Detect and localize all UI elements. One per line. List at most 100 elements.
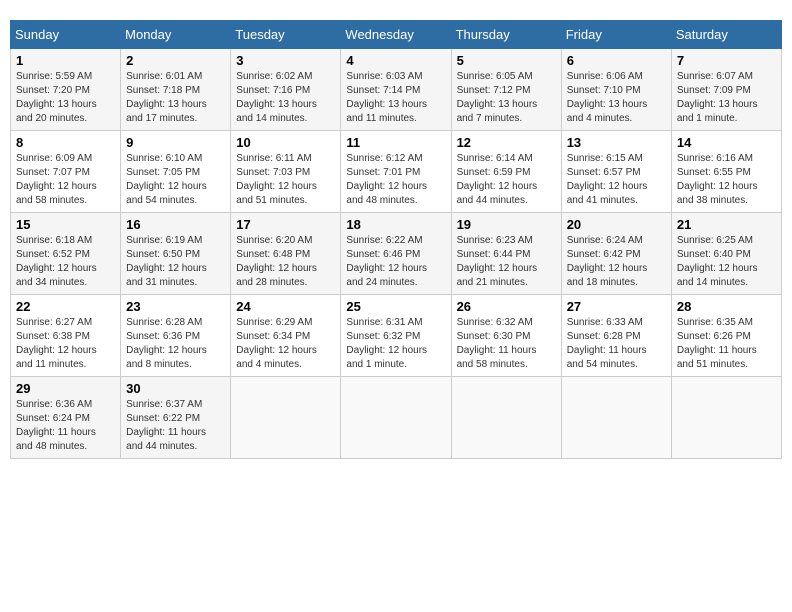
weekday-header-wednesday: Wednesday xyxy=(341,21,451,49)
day-number: 15 xyxy=(16,217,115,232)
day-info: Sunrise: 5:59 AM Sunset: 7:20 PM Dayligh… xyxy=(16,70,115,126)
weekday-header-sunday: Sunday xyxy=(11,21,121,49)
calendar-cell: 9 Sunrise: 6:10 AM Sunset: 7:05 PM Dayli… xyxy=(121,131,231,213)
day-number: 11 xyxy=(346,135,445,150)
day-info: Sunrise: 6:16 AM Sunset: 6:55 PM Dayligh… xyxy=(677,152,776,208)
bird-icon xyxy=(18,0,40,4)
day-number: 25 xyxy=(346,299,445,314)
day-number: 7 xyxy=(677,53,776,68)
calendar-cell: 14 Sunrise: 6:16 AM Sunset: 6:55 PM Dayl… xyxy=(671,131,781,213)
day-number: 16 xyxy=(126,217,225,232)
day-info: Sunrise: 6:02 AM Sunset: 7:16 PM Dayligh… xyxy=(236,70,335,126)
day-number: 10 xyxy=(236,135,335,150)
day-number: 27 xyxy=(567,299,666,314)
day-number: 13 xyxy=(567,135,666,150)
day-number: 18 xyxy=(346,217,445,232)
day-info: Sunrise: 6:24 AM Sunset: 6:42 PM Dayligh… xyxy=(567,234,666,290)
day-number: 1 xyxy=(16,53,115,68)
day-number: 29 xyxy=(16,381,115,396)
day-number: 19 xyxy=(457,217,556,232)
day-info: Sunrise: 6:18 AM Sunset: 6:52 PM Dayligh… xyxy=(16,234,115,290)
day-number: 14 xyxy=(677,135,776,150)
calendar-cell xyxy=(451,377,561,459)
day-info: Sunrise: 6:01 AM Sunset: 7:18 PM Dayligh… xyxy=(126,70,225,126)
calendar-cell: 21 Sunrise: 6:25 AM Sunset: 6:40 PM Dayl… xyxy=(671,213,781,295)
day-info: Sunrise: 6:23 AM Sunset: 6:44 PM Dayligh… xyxy=(457,234,556,290)
calendar-cell: 12 Sunrise: 6:14 AM Sunset: 6:59 PM Dayl… xyxy=(451,131,561,213)
day-number: 22 xyxy=(16,299,115,314)
weekday-header-saturday: Saturday xyxy=(671,21,781,49)
day-info: Sunrise: 6:33 AM Sunset: 6:28 PM Dayligh… xyxy=(567,316,666,372)
weekday-header-friday: Friday xyxy=(561,21,671,49)
day-info: Sunrise: 6:06 AM Sunset: 7:10 PM Dayligh… xyxy=(567,70,666,126)
day-number: 17 xyxy=(236,217,335,232)
day-number: 3 xyxy=(236,53,335,68)
calendar-cell: 22 Sunrise: 6:27 AM Sunset: 6:38 PM Dayl… xyxy=(11,295,121,377)
day-info: Sunrise: 6:09 AM Sunset: 7:07 PM Dayligh… xyxy=(16,152,115,208)
day-info: Sunrise: 6:12 AM Sunset: 7:01 PM Dayligh… xyxy=(346,152,445,208)
day-number: 12 xyxy=(457,135,556,150)
day-number: 28 xyxy=(677,299,776,314)
calendar-cell: 18 Sunrise: 6:22 AM Sunset: 6:46 PM Dayl… xyxy=(341,213,451,295)
calendar-cell: 5 Sunrise: 6:05 AM Sunset: 7:12 PM Dayli… xyxy=(451,49,561,131)
calendar-cell: 28 Sunrise: 6:35 AM Sunset: 6:26 PM Dayl… xyxy=(671,295,781,377)
day-info: Sunrise: 6:07 AM Sunset: 7:09 PM Dayligh… xyxy=(677,70,776,126)
day-info: Sunrise: 6:28 AM Sunset: 6:36 PM Dayligh… xyxy=(126,316,225,372)
calendar-cell: 1 Sunrise: 5:59 AM Sunset: 7:20 PM Dayli… xyxy=(11,49,121,131)
day-number: 6 xyxy=(567,53,666,68)
calendar-cell: 24 Sunrise: 6:29 AM Sunset: 6:34 PM Dayl… xyxy=(231,295,341,377)
calendar-table: SundayMondayTuesdayWednesdayThursdayFrid… xyxy=(10,20,782,459)
calendar-cell: 25 Sunrise: 6:31 AM Sunset: 6:32 PM Dayl… xyxy=(341,295,451,377)
day-info: Sunrise: 6:15 AM Sunset: 6:57 PM Dayligh… xyxy=(567,152,666,208)
day-info: Sunrise: 6:14 AM Sunset: 6:59 PM Dayligh… xyxy=(457,152,556,208)
day-info: Sunrise: 6:05 AM Sunset: 7:12 PM Dayligh… xyxy=(457,70,556,126)
calendar-cell: 2 Sunrise: 6:01 AM Sunset: 7:18 PM Dayli… xyxy=(121,49,231,131)
calendar-cell xyxy=(341,377,451,459)
calendar-week-1: 1 Sunrise: 5:59 AM Sunset: 7:20 PM Dayli… xyxy=(11,49,782,131)
calendar-cell: 7 Sunrise: 6:07 AM Sunset: 7:09 PM Dayli… xyxy=(671,49,781,131)
day-info: Sunrise: 6:35 AM Sunset: 6:26 PM Dayligh… xyxy=(677,316,776,372)
calendar-cell xyxy=(561,377,671,459)
day-info: Sunrise: 6:37 AM Sunset: 6:22 PM Dayligh… xyxy=(126,398,225,454)
calendar-cell: 20 Sunrise: 6:24 AM Sunset: 6:42 PM Dayl… xyxy=(561,213,671,295)
calendar-week-2: 8 Sunrise: 6:09 AM Sunset: 7:07 PM Dayli… xyxy=(11,131,782,213)
day-number: 23 xyxy=(126,299,225,314)
calendar-week-4: 22 Sunrise: 6:27 AM Sunset: 6:38 PM Dayl… xyxy=(11,295,782,377)
day-info: Sunrise: 6:27 AM Sunset: 6:38 PM Dayligh… xyxy=(16,316,115,372)
calendar-cell: 23 Sunrise: 6:28 AM Sunset: 6:36 PM Dayl… xyxy=(121,295,231,377)
calendar-header-row: SundayMondayTuesdayWednesdayThursdayFrid… xyxy=(11,21,782,49)
day-info: Sunrise: 6:22 AM Sunset: 6:46 PM Dayligh… xyxy=(346,234,445,290)
calendar-cell: 11 Sunrise: 6:12 AM Sunset: 7:01 PM Dayl… xyxy=(341,131,451,213)
weekday-header-monday: Monday xyxy=(121,21,231,49)
page-header xyxy=(10,10,782,12)
day-number: 2 xyxy=(126,53,225,68)
day-info: Sunrise: 6:25 AM Sunset: 6:40 PM Dayligh… xyxy=(677,234,776,290)
calendar-cell xyxy=(231,377,341,459)
day-number: 4 xyxy=(346,53,445,68)
day-number: 26 xyxy=(457,299,556,314)
calendar-cell: 16 Sunrise: 6:19 AM Sunset: 6:50 PM Dayl… xyxy=(121,213,231,295)
calendar-cell: 15 Sunrise: 6:18 AM Sunset: 6:52 PM Dayl… xyxy=(11,213,121,295)
day-info: Sunrise: 6:19 AM Sunset: 6:50 PM Dayligh… xyxy=(126,234,225,290)
calendar-cell: 30 Sunrise: 6:37 AM Sunset: 6:22 PM Dayl… xyxy=(121,377,231,459)
calendar-cell: 19 Sunrise: 6:23 AM Sunset: 6:44 PM Dayl… xyxy=(451,213,561,295)
calendar-cell: 10 Sunrise: 6:11 AM Sunset: 7:03 PM Dayl… xyxy=(231,131,341,213)
calendar-cell: 29 Sunrise: 6:36 AM Sunset: 6:24 PM Dayl… xyxy=(11,377,121,459)
calendar-cell: 8 Sunrise: 6:09 AM Sunset: 7:07 PM Dayli… xyxy=(11,131,121,213)
calendar-cell: 26 Sunrise: 6:32 AM Sunset: 6:30 PM Dayl… xyxy=(451,295,561,377)
weekday-header-tuesday: Tuesday xyxy=(231,21,341,49)
calendar-cell: 4 Sunrise: 6:03 AM Sunset: 7:14 PM Dayli… xyxy=(341,49,451,131)
day-info: Sunrise: 6:32 AM Sunset: 6:30 PM Dayligh… xyxy=(457,316,556,372)
day-info: Sunrise: 6:29 AM Sunset: 6:34 PM Dayligh… xyxy=(236,316,335,372)
calendar-cell: 17 Sunrise: 6:20 AM Sunset: 6:48 PM Dayl… xyxy=(231,213,341,295)
weekday-header-thursday: Thursday xyxy=(451,21,561,49)
day-info: Sunrise: 6:20 AM Sunset: 6:48 PM Dayligh… xyxy=(236,234,335,290)
day-number: 20 xyxy=(567,217,666,232)
calendar-cell: 3 Sunrise: 6:02 AM Sunset: 7:16 PM Dayli… xyxy=(231,49,341,131)
day-info: Sunrise: 6:36 AM Sunset: 6:24 PM Dayligh… xyxy=(16,398,115,454)
day-info: Sunrise: 6:11 AM Sunset: 7:03 PM Dayligh… xyxy=(236,152,335,208)
calendar-cell xyxy=(671,377,781,459)
day-number: 21 xyxy=(677,217,776,232)
day-info: Sunrise: 6:10 AM Sunset: 7:05 PM Dayligh… xyxy=(126,152,225,208)
calendar-cell: 27 Sunrise: 6:33 AM Sunset: 6:28 PM Dayl… xyxy=(561,295,671,377)
